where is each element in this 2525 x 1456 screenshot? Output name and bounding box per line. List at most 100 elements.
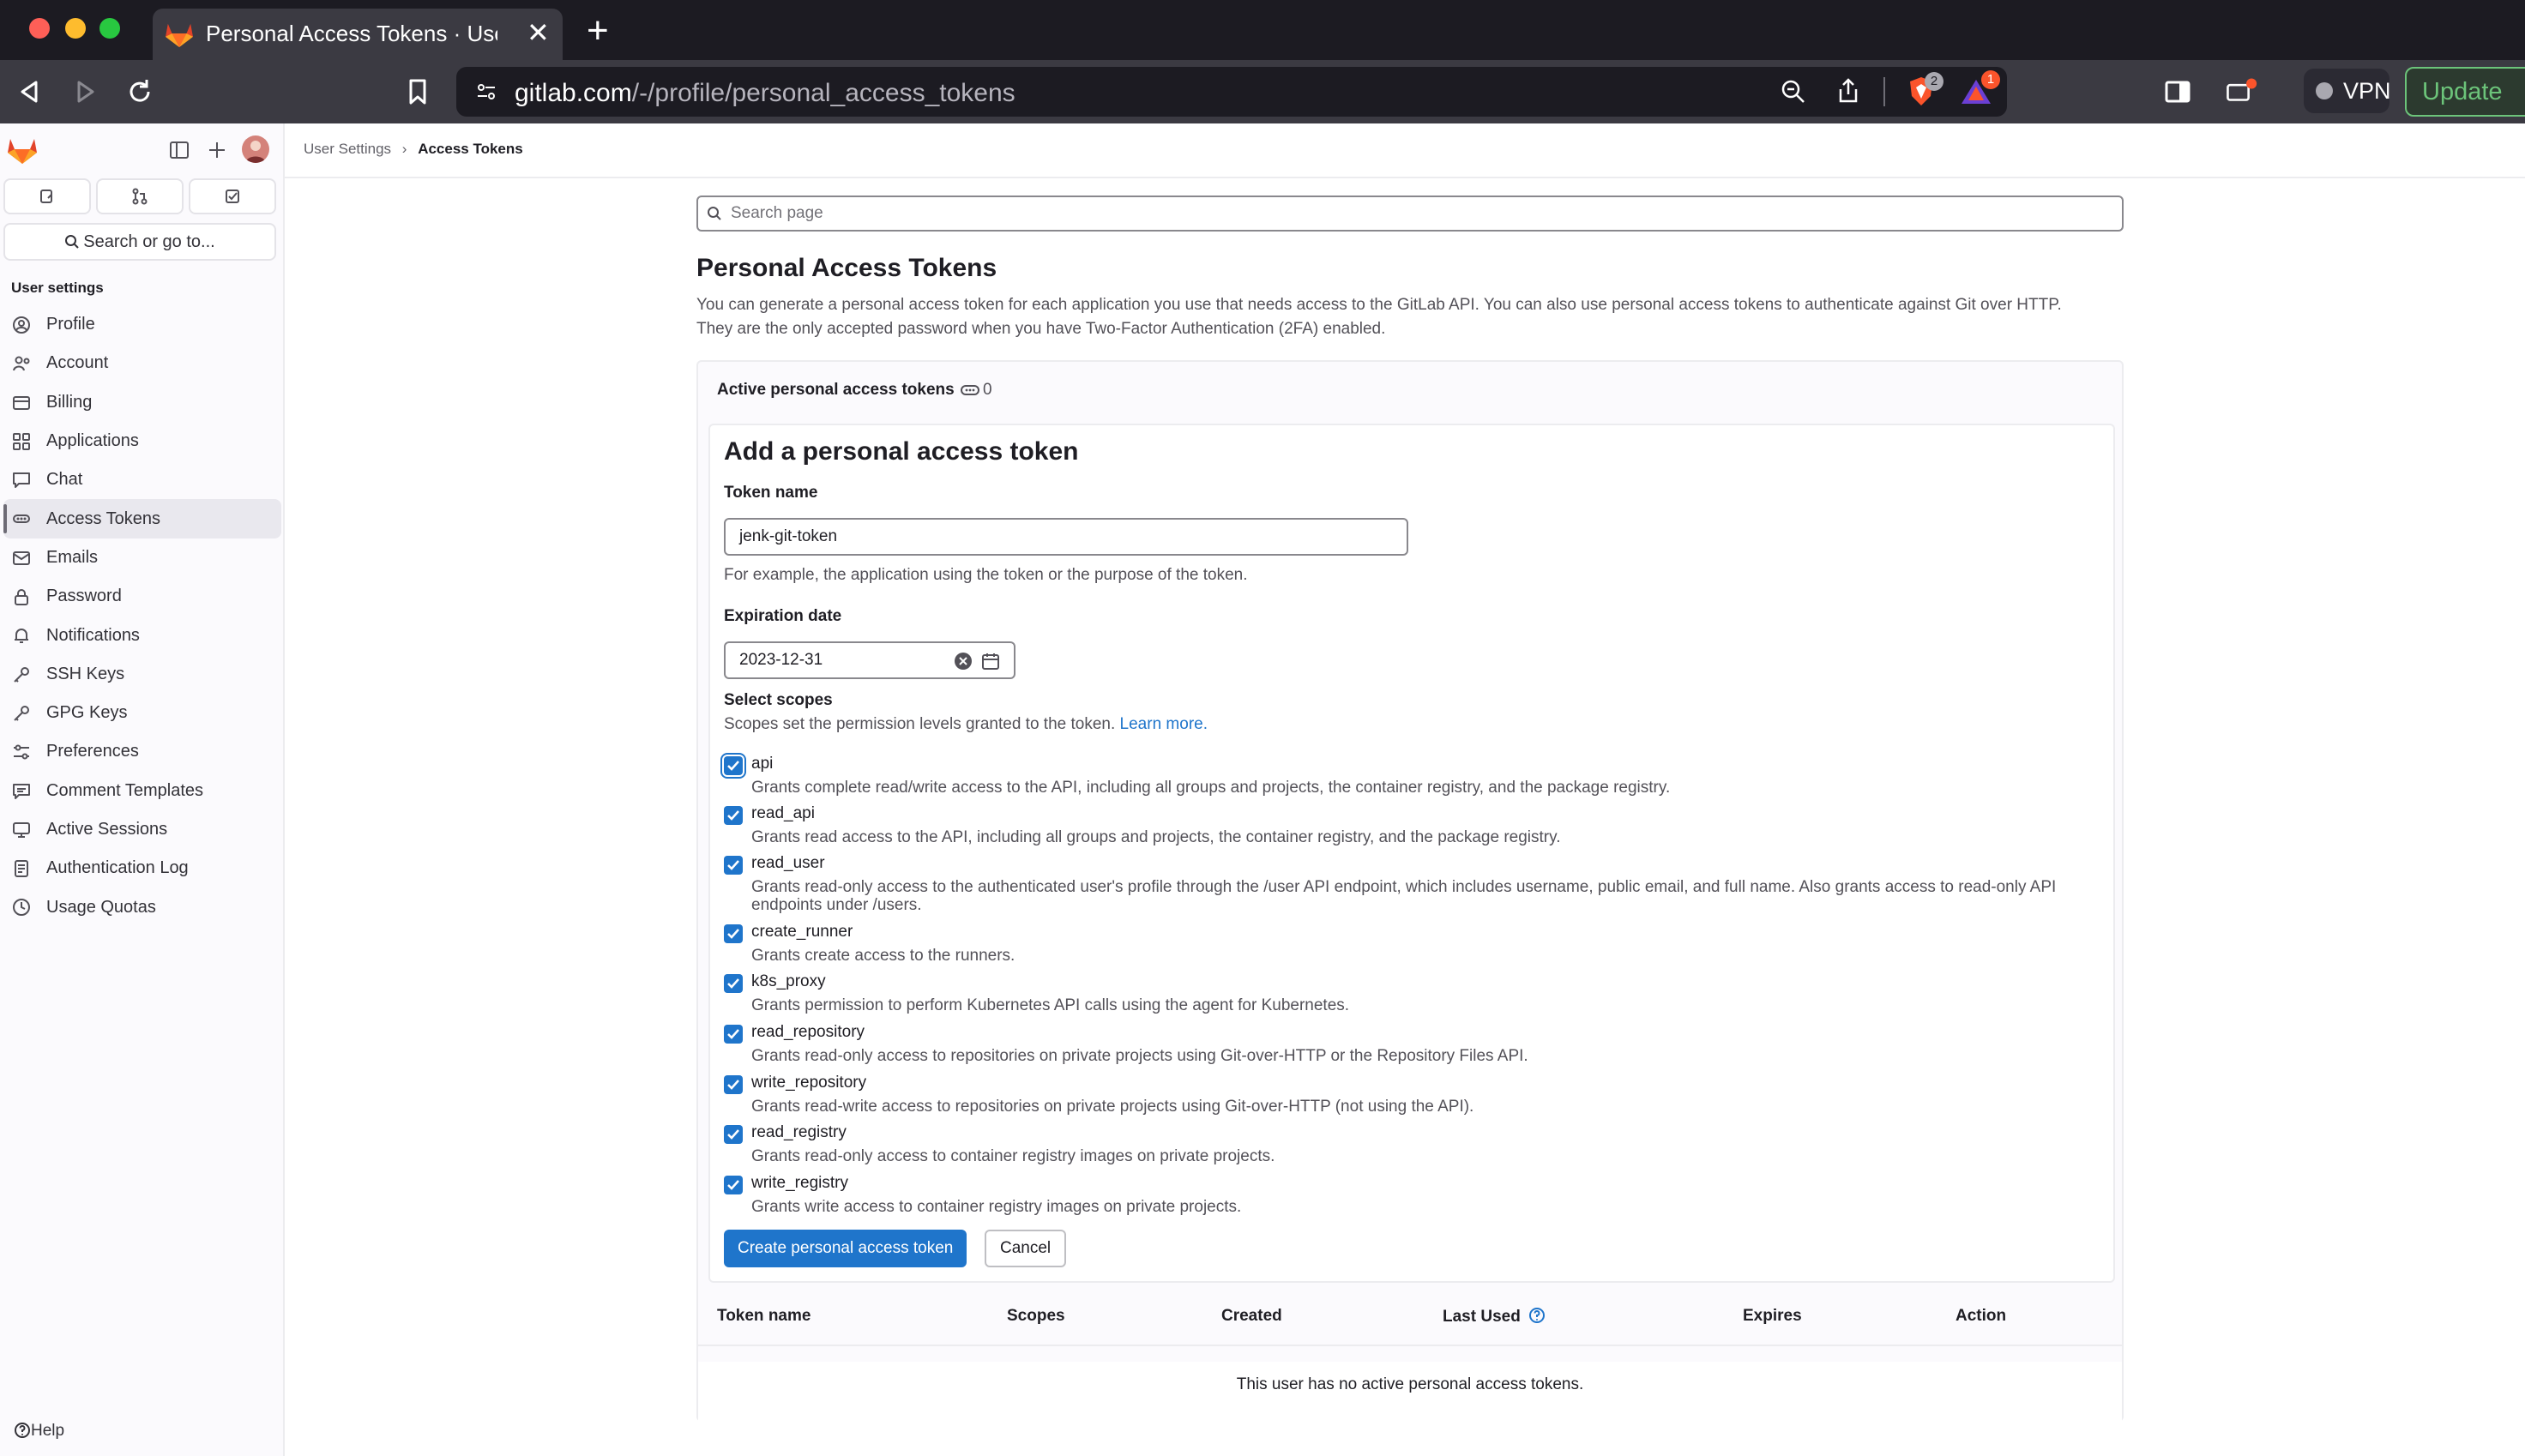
update-button[interactable]: Update <box>2405 67 2525 117</box>
sidebar-item-password[interactable]: Password <box>3 577 281 616</box>
sidebar-item-label: Account <box>46 353 109 373</box>
preferences-icon <box>14 744 29 760</box>
add-token-form: Add a personal access token Token name j… <box>708 424 2115 1283</box>
scope-write-registry-checkbox[interactable] <box>724 1176 743 1194</box>
sidebar-item-label: Authentication Log <box>46 858 189 878</box>
search-page-placeholder: Search page <box>731 204 823 222</box>
scope-read-user-checkbox[interactable] <box>724 856 743 875</box>
breadcrumb: User Settings › Access Tokens <box>304 141 523 158</box>
sidebar-item-billing[interactable]: Billing <box>3 383 281 422</box>
breadcrumb-user-settings[interactable]: User Settings <box>304 141 391 157</box>
sidebar-item-label: Chat <box>46 470 83 490</box>
address-bar[interactable]: gitlab.com/-/profile/personal_access_tok… <box>456 67 2007 117</box>
close-window-button[interactable] <box>29 18 50 39</box>
token-icon <box>961 385 979 395</box>
scope-read-repository-checkbox[interactable] <box>724 1025 743 1044</box>
wallet-icon[interactable] <box>2225 75 2257 108</box>
search-icon <box>708 207 721 220</box>
new-tab-button[interactable]: + <box>587 12 609 50</box>
urlbar-divider <box>1883 77 1885 106</box>
sidebar-item-chat[interactable]: Chat <box>3 460 281 499</box>
bookmark-icon[interactable] <box>401 75 434 108</box>
help-icon[interactable] <box>1528 1307 1546 1324</box>
column-header-scopes: Scopes <box>1007 1307 1065 1325</box>
scope-description: Grants read-only access to the authentic… <box>751 878 2057 914</box>
site-settings-icon[interactable] <box>475 81 497 103</box>
browser-tab[interactable]: Personal Access Tokens · User Settings ·… <box>153 9 563 60</box>
checkmark-icon <box>727 978 739 989</box>
scope-description: Grants permission to perform Kubernetes … <box>751 996 1350 1014</box>
forward-icon[interactable] <box>69 75 101 108</box>
collapse-sidebar-icon[interactable] <box>168 139 190 161</box>
brave-rewards-badge: 1 <box>1981 70 2000 89</box>
scope-description: Grants read access to the API, including… <box>751 828 1561 846</box>
token-name-input[interactable]: jenk-git-token <box>724 518 1408 556</box>
learn-more-link[interactable]: Learn more. <box>1120 715 1208 733</box>
clear-date-icon[interactable] <box>954 652 973 671</box>
sidebar-item-applications[interactable]: Applications <box>3 422 281 460</box>
create-new-icon[interactable] <box>206 139 228 161</box>
sidebar-toggle-icon[interactable] <box>2161 75 2194 108</box>
page-description-line-2: They are the only accepted password when… <box>696 320 1386 338</box>
sidebar-item-ssh-keys[interactable]: SSH Keys <box>3 655 281 694</box>
sidebar-item-preferences[interactable]: Preferences <box>3 732 281 771</box>
tab-close-icon[interactable]: ✕ <box>527 19 550 46</box>
sidebar-item-profile[interactable]: Profile <box>3 305 281 344</box>
sidebar-item-notifications[interactable]: Notifications <box>3 616 281 654</box>
breadcrumb-access-tokens[interactable]: Access Tokens <box>418 141 523 157</box>
sidebar-item-emails[interactable]: Emails <box>3 538 281 577</box>
search-or-go-to-label: Search or go to... <box>83 232 215 251</box>
sidebar-item-usage-quotas[interactable]: Usage Quotas <box>3 887 281 926</box>
scope-read-api-checkbox[interactable] <box>724 806 743 825</box>
key-icon <box>14 666 29 683</box>
scope-create-runner-checkbox[interactable] <box>724 924 743 943</box>
sidebar-item-account[interactable]: Account <box>3 344 281 382</box>
billing-icon <box>13 395 30 410</box>
scope-name: create_runner <box>751 923 853 941</box>
issues-counter-button[interactable] <box>3 178 91 214</box>
sidebar-item-active-sessions[interactable]: Active Sessions <box>3 810 281 849</box>
back-icon[interactable] <box>14 75 46 108</box>
scope-write-repository-checkbox[interactable] <box>724 1075 743 1094</box>
expiration-date-input[interactable]: 2023-12-31 <box>724 641 1015 679</box>
scope-read-registry-checkbox[interactable] <box>724 1125 743 1144</box>
scope-description: Grants write access to container registr… <box>751 1198 1242 1216</box>
zoom-icon[interactable] <box>1781 79 1806 105</box>
calendar-icon[interactable] <box>981 652 1000 671</box>
token-name-label: Token name <box>724 484 818 502</box>
help-button[interactable]: Help <box>14 1422 64 1441</box>
merge-requests-counter-button[interactable] <box>96 178 184 214</box>
gitlab-home-logo-icon[interactable] <box>7 135 38 165</box>
scope-name: read_api <box>751 804 815 822</box>
gitlab-logo-icon <box>166 23 193 48</box>
create-token-button[interactable]: Create personal access token <box>724 1230 967 1267</box>
browser-toolbar: gitlab.com/-/profile/personal_access_tok… <box>0 60 2525 123</box>
vpn-button[interactable]: VPN <box>2304 69 2391 113</box>
scope-k8s-proxy-checkbox[interactable] <box>724 974 743 993</box>
sidebar-item-label: Applications <box>46 431 139 451</box>
minimize-window-button[interactable] <box>65 18 86 39</box>
user-avatar[interactable] <box>242 135 269 163</box>
header-divider <box>285 177 2525 178</box>
expiration-date-label: Expiration date <box>724 607 842 625</box>
sidebar-item-access-tokens[interactable]: Access Tokens <box>3 499 281 538</box>
reload-icon[interactable] <box>124 75 156 108</box>
scope-description: Grants read-only access to repositories … <box>751 1047 1528 1065</box>
share-icon[interactable] <box>1835 77 1861 105</box>
sidebar-item-label: Emails <box>46 547 99 567</box>
column-header-last-used: Last Used <box>1443 1307 1546 1327</box>
search-page-input[interactable]: Search page <box>696 196 2124 232</box>
scope-name: write_registry <box>751 1174 848 1192</box>
issues-icon <box>40 190 52 203</box>
search-or-go-to-button[interactable]: Search or go to... <box>3 223 276 261</box>
sidebar-item-gpg-keys[interactable]: GPG Keys <box>3 694 281 732</box>
todos-counter-button[interactable] <box>189 178 276 214</box>
sidebar-item-authentication-log[interactable]: Authentication Log <box>3 849 281 887</box>
sidebar-item-comment-templates[interactable]: Comment Templates <box>3 772 281 810</box>
maximize-window-button[interactable] <box>99 18 120 39</box>
cancel-button[interactable]: Cancel <box>985 1230 1067 1267</box>
gitlab-app: Search or go to... User settings Profile… <box>0 123 2525 1456</box>
page-title: Personal Access Tokens <box>696 254 997 282</box>
sidebar-item-label: Active Sessions <box>46 820 168 839</box>
scope-api-checkbox[interactable] <box>724 756 743 775</box>
